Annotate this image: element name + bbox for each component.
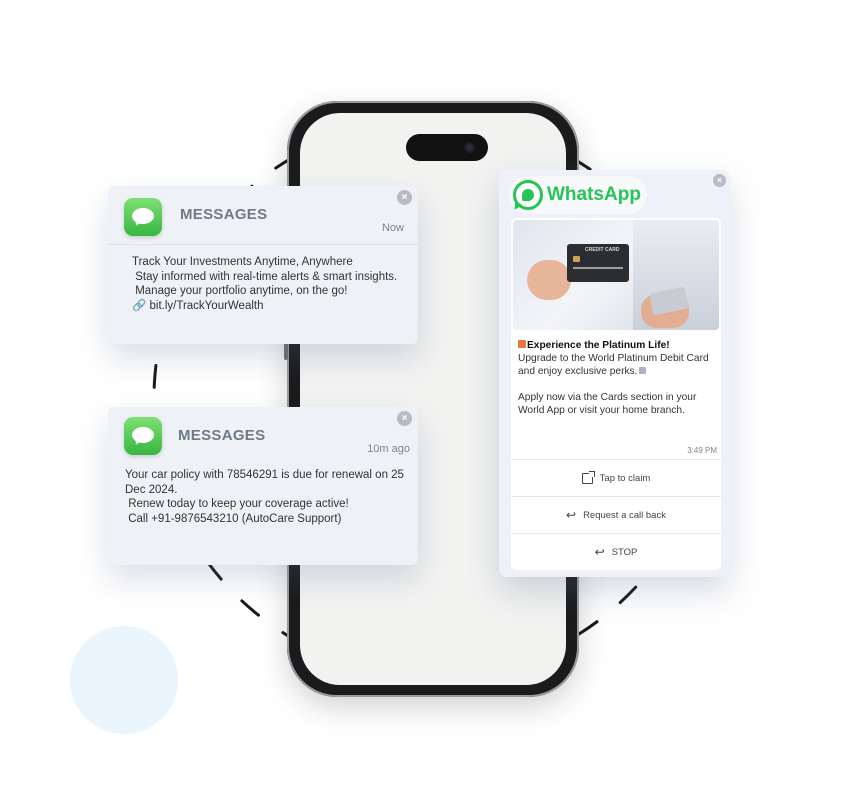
- card-label: CREDIT CARD: [585, 247, 620, 253]
- external-link-icon: [581, 470, 595, 484]
- credit-card-promo-image: CREDIT CARD: [513, 220, 719, 330]
- body-line: Manage your portfolio anytime, on the go…: [132, 285, 348, 297]
- gift-icon: [518, 340, 526, 348]
- body-line: Renew today to keep your coverage active…: [125, 498, 349, 510]
- action-label: Request a call back: [583, 509, 666, 521]
- request-call-back-button[interactable]: ↩ Request a call back: [511, 496, 721, 533]
- credit-card-graphic: CREDIT CARD: [567, 244, 629, 282]
- stop-button[interactable]: ↩ STOP: [511, 533, 721, 570]
- body-line: Your car policy with 78546291 is due for…: [125, 469, 408, 496]
- messages-app-icon: [124, 417, 162, 455]
- body-line: Track Your Investments Anytime, Anywhere: [132, 256, 353, 268]
- whatsapp-brand: WhatsApp: [509, 176, 647, 214]
- whatsapp-message: CREDIT CARD Experience the Platinum Life…: [511, 218, 721, 570]
- notification-body: Your car policy with 78546291 is due for…: [108, 465, 418, 540]
- app-name: MESSAGES: [180, 206, 268, 223]
- camera-icon: [464, 142, 475, 153]
- message-body: Upgrade to the World Platinum Debit Card…: [518, 353, 709, 377]
- body-line: Stay informed with real-time alerts & sm…: [132, 270, 398, 283]
- notification-body: Track Your Investments Anytime, Anywhere…: [108, 245, 418, 327]
- whatsapp-notification[interactable]: × WhatsApp CREDIT CARD Experience the Pl…: [499, 170, 730, 577]
- speaker-icon: [639, 367, 647, 374]
- messages-notification-investment[interactable]: × MESSAGES Now Track Your Investments An…: [108, 186, 418, 344]
- notification-time: 10m ago: [367, 443, 410, 455]
- notification-header: MESSAGES 10m ago: [108, 407, 418, 465]
- messages-notification-car-policy[interactable]: × MESSAGES 10m ago Your car policy with …: [108, 407, 418, 565]
- whatsapp-brand-name: WhatsApp: [547, 184, 641, 205]
- short-link[interactable]: 🔗 bit.ly/TrackYourWealth: [132, 299, 404, 314]
- message-time: 3:49 PM: [687, 446, 717, 455]
- notification-header: MESSAGES Now: [108, 186, 418, 244]
- message-headline: Experience the Platinum Life!: [527, 340, 670, 351]
- message-text: Experience the Platinum Life! Upgrade to…: [518, 339, 713, 417]
- action-label: Tap to claim: [599, 472, 651, 484]
- messages-app-icon: [124, 198, 162, 236]
- dynamic-island: [406, 134, 488, 161]
- tap-to-claim-button[interactable]: Tap to claim: [511, 459, 721, 496]
- reply-icon: ↩: [566, 508, 577, 522]
- close-icon[interactable]: ×: [713, 174, 726, 187]
- reply-icon: ↩: [594, 545, 605, 559]
- whatsapp-logo-icon: [510, 180, 543, 212]
- message-body: Apply now via the Cards section in your …: [518, 392, 697, 416]
- body-line: Call +91-9876543210 (AutoCare Support): [125, 512, 342, 525]
- action-label: STOP: [611, 546, 638, 558]
- notification-time: Now: [381, 222, 404, 234]
- app-name: MESSAGES: [178, 427, 266, 444]
